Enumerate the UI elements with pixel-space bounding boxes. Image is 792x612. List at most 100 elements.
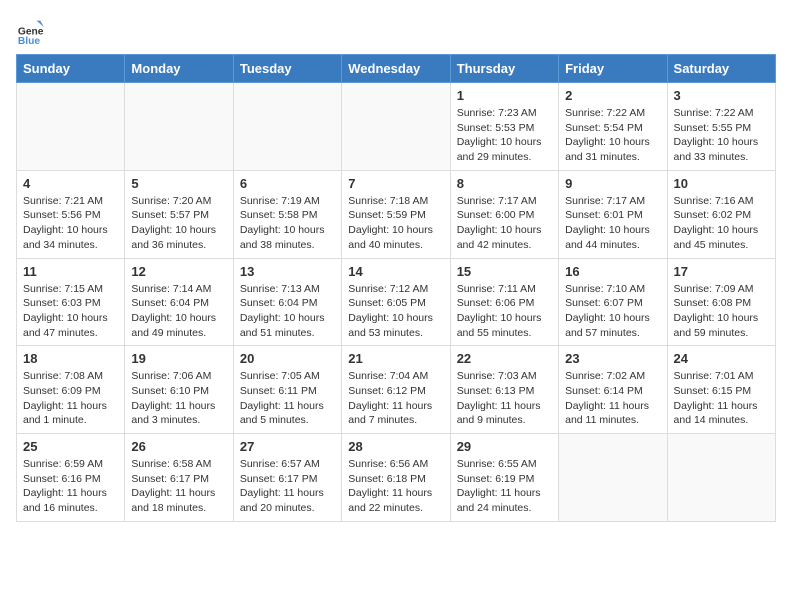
day-info: Sunrise: 7:13 AM Sunset: 6:04 PM Dayligh… <box>240 282 335 341</box>
day-info: Sunrise: 7:22 AM Sunset: 5:54 PM Dayligh… <box>565 106 660 165</box>
calendar-cell: 6 Sunrise: 7:19 AM Sunset: 5:58 PM Daylig… <box>233 170 341 258</box>
weekday-header-tuesday: Tuesday <box>233 55 341 83</box>
day-number: 7 <box>348 176 443 191</box>
calendar-cell <box>559 434 667 522</box>
day-info: Sunrise: 7:16 AM Sunset: 6:02 PM Dayligh… <box>674 194 769 253</box>
calendar-table: SundayMondayTuesdayWednesdayThursdayFrid… <box>16 54 776 522</box>
day-number: 25 <box>23 439 118 454</box>
day-number: 24 <box>674 351 769 366</box>
day-number: 4 <box>23 176 118 191</box>
calendar-cell <box>125 83 233 171</box>
day-number: 19 <box>131 351 226 366</box>
calendar-cell: 26 Sunrise: 6:58 AM Sunset: 6:17 PM Dayli… <box>125 434 233 522</box>
day-info: Sunrise: 7:17 AM Sunset: 6:00 PM Dayligh… <box>457 194 552 253</box>
calendar-cell: 11 Sunrise: 7:15 AM Sunset: 6:03 PM Dayli… <box>17 258 125 346</box>
day-info: Sunrise: 6:56 AM Sunset: 6:18 PM Dayligh… <box>348 457 443 516</box>
day-number: 1 <box>457 88 552 103</box>
calendar-cell <box>667 434 775 522</box>
weekday-header-friday: Friday <box>559 55 667 83</box>
calendar-cell: 27Sunrise: 6:57 AM Sunset: 6:17 PM Dayli… <box>233 434 341 522</box>
day-info: Sunrise: 7:15 AM Sunset: 6:03 PM Dayligh… <box>23 282 118 341</box>
calendar-cell: 17 Sunrise: 7:09 AM Sunset: 6:08 PM Dayli… <box>667 258 775 346</box>
day-number: 11 <box>23 264 118 279</box>
calendar-cell <box>233 83 341 171</box>
weekday-header-sunday: Sunday <box>17 55 125 83</box>
weekday-header-thursday: Thursday <box>450 55 558 83</box>
calendar-cell: 4Sunrise: 7:21 AM Sunset: 5:56 PM Daylig… <box>17 170 125 258</box>
weekday-header-row: SundayMondayTuesdayWednesdayThursdayFrid… <box>17 55 776 83</box>
day-number: 28 <box>348 439 443 454</box>
day-number: 21 <box>348 351 443 366</box>
calendar-cell: 25 Sunrise: 6:59 AM Sunset: 6:16 PM Dayli… <box>17 434 125 522</box>
calendar-cell <box>17 83 125 171</box>
day-info: Sunrise: 7:09 AM Sunset: 6:08 PM Dayligh… <box>674 282 769 341</box>
weekday-header-monday: Monday <box>125 55 233 83</box>
calendar-cell: 3Sunrise: 7:22 AM Sunset: 5:55 PM Daylig… <box>667 83 775 171</box>
day-info: Sunrise: 7:06 AM Sunset: 6:10 PM Dayligh… <box>131 369 226 428</box>
calendar-cell: 14 Sunrise: 7:12 AM Sunset: 6:05 PM Dayli… <box>342 258 450 346</box>
calendar-cell: 12Sunrise: 7:14 AM Sunset: 6:04 PM Dayli… <box>125 258 233 346</box>
calendar-cell: 24Sunrise: 7:01 AM Sunset: 6:15 PM Dayli… <box>667 346 775 434</box>
svg-text:Blue: Blue <box>18 36 41 44</box>
day-info: Sunrise: 7:11 AM Sunset: 6:06 PM Dayligh… <box>457 282 552 341</box>
day-number: 6 <box>240 176 335 191</box>
day-info: Sunrise: 7:05 AM Sunset: 6:11 PM Dayligh… <box>240 369 335 428</box>
week-row-5: 25 Sunrise: 6:59 AM Sunset: 6:16 PM Dayli… <box>17 434 776 522</box>
calendar-cell: 19 Sunrise: 7:06 AM Sunset: 6:10 PM Dayli… <box>125 346 233 434</box>
day-number: 26 <box>131 439 226 454</box>
day-info: Sunrise: 7:08 AM Sunset: 6:09 PM Dayligh… <box>23 369 118 428</box>
day-number: 16 <box>565 264 660 279</box>
calendar-cell: 8 Sunrise: 7:17 AM Sunset: 6:00 PM Daylig… <box>450 170 558 258</box>
calendar-cell: 20Sunrise: 7:05 AM Sunset: 6:11 PM Dayli… <box>233 346 341 434</box>
week-row-2: 4Sunrise: 7:21 AM Sunset: 5:56 PM Daylig… <box>17 170 776 258</box>
day-info: Sunrise: 7:20 AM Sunset: 5:57 PM Dayligh… <box>131 194 226 253</box>
calendar-cell: 23 Sunrise: 7:02 AM Sunset: 6:14 PM Dayli… <box>559 346 667 434</box>
day-info: Sunrise: 7:10 AM Sunset: 6:07 PM Dayligh… <box>565 282 660 341</box>
day-number: 18 <box>23 351 118 366</box>
day-number: 29 <box>457 439 552 454</box>
day-info: Sunrise: 6:59 AM Sunset: 6:16 PM Dayligh… <box>23 457 118 516</box>
day-number: 27 <box>240 439 335 454</box>
calendar-cell: 1 Sunrise: 7:23 AM Sunset: 5:53 PM Daylig… <box>450 83 558 171</box>
day-number: 8 <box>457 176 552 191</box>
day-info: Sunrise: 7:12 AM Sunset: 6:05 PM Dayligh… <box>348 282 443 341</box>
week-row-4: 18 Sunrise: 7:08 AM Sunset: 6:09 PM Dayli… <box>17 346 776 434</box>
calendar-cell: 5 Sunrise: 7:20 AM Sunset: 5:57 PM Daylig… <box>125 170 233 258</box>
calendar-cell: 22Sunrise: 7:03 AM Sunset: 6:13 PM Dayli… <box>450 346 558 434</box>
day-info: Sunrise: 7:04 AM Sunset: 6:12 PM Dayligh… <box>348 369 443 428</box>
day-info: Sunrise: 6:55 AM Sunset: 6:19 PM Dayligh… <box>457 457 552 516</box>
day-number: 15 <box>457 264 552 279</box>
day-number: 13 <box>240 264 335 279</box>
day-info: Sunrise: 7:18 AM Sunset: 5:59 PM Dayligh… <box>348 194 443 253</box>
day-info: Sunrise: 7:14 AM Sunset: 6:04 PM Dayligh… <box>131 282 226 341</box>
day-number: 9 <box>565 176 660 191</box>
day-info: Sunrise: 6:58 AM Sunset: 6:17 PM Dayligh… <box>131 457 226 516</box>
day-number: 22 <box>457 351 552 366</box>
day-info: Sunrise: 7:02 AM Sunset: 6:14 PM Dayligh… <box>565 369 660 428</box>
calendar-cell: 28 Sunrise: 6:56 AM Sunset: 6:18 PM Dayli… <box>342 434 450 522</box>
calendar-cell: 13 Sunrise: 7:13 AM Sunset: 6:04 PM Dayli… <box>233 258 341 346</box>
day-info: Sunrise: 7:17 AM Sunset: 6:01 PM Dayligh… <box>565 194 660 253</box>
calendar-cell <box>342 83 450 171</box>
day-number: 14 <box>348 264 443 279</box>
day-info: Sunrise: 7:19 AM Sunset: 5:58 PM Dayligh… <box>240 194 335 253</box>
logo: General Blue <box>16 16 48 44</box>
weekday-header-wednesday: Wednesday <box>342 55 450 83</box>
day-number: 2 <box>565 88 660 103</box>
calendar-cell: 21 Sunrise: 7:04 AM Sunset: 6:12 PM Dayli… <box>342 346 450 434</box>
day-info: Sunrise: 7:22 AM Sunset: 5:55 PM Dayligh… <box>674 106 769 165</box>
day-number: 17 <box>674 264 769 279</box>
calendar-cell: 7 Sunrise: 7:18 AM Sunset: 5:59 PM Daylig… <box>342 170 450 258</box>
calendar-cell: 15 Sunrise: 7:11 AM Sunset: 6:06 PM Dayli… <box>450 258 558 346</box>
week-row-3: 11 Sunrise: 7:15 AM Sunset: 6:03 PM Dayli… <box>17 258 776 346</box>
day-number: 23 <box>565 351 660 366</box>
logo-icon: General Blue <box>16 16 44 44</box>
calendar-cell: 18 Sunrise: 7:08 AM Sunset: 6:09 PM Dayli… <box>17 346 125 434</box>
calendar-cell: 10 Sunrise: 7:16 AM Sunset: 6:02 PM Dayli… <box>667 170 775 258</box>
calendar-cell: 2 Sunrise: 7:22 AM Sunset: 5:54 PM Daylig… <box>559 83 667 171</box>
weekday-header-saturday: Saturday <box>667 55 775 83</box>
day-number: 5 <box>131 176 226 191</box>
day-info: Sunrise: 7:23 AM Sunset: 5:53 PM Dayligh… <box>457 106 552 165</box>
day-number: 10 <box>674 176 769 191</box>
week-row-1: 1 Sunrise: 7:23 AM Sunset: 5:53 PM Daylig… <box>17 83 776 171</box>
